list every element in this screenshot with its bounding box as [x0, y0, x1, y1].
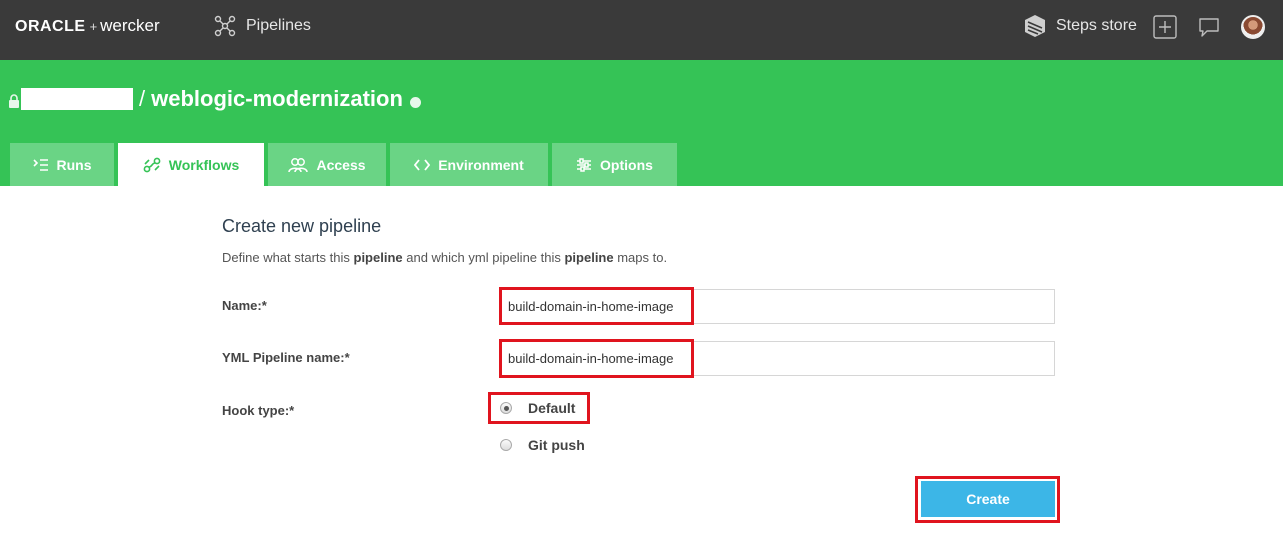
runs-icon	[32, 158, 48, 171]
repository-breadcrumb: / weblogic-modernization	[8, 84, 421, 114]
breadcrumb-separator: /	[139, 86, 146, 111]
git-push-radio[interactable]	[500, 439, 512, 451]
oracle-wercker-logo[interactable]: ORACLE + wercker	[15, 16, 160, 38]
tab-workflows[interactable]: Workflows	[118, 143, 264, 186]
owner-name-redacted[interactable]	[21, 88, 133, 110]
tab-runs-label: Runs	[56, 156, 92, 173]
repository-name[interactable]: weblogic-modernization	[151, 86, 403, 112]
yml-pipeline-name-label: YML Pipeline name:*	[222, 350, 350, 365]
tab-workflows-label: Workflows	[168, 156, 240, 173]
nav-pipelines-label: Pipelines	[246, 17, 311, 34]
highlight-box-name	[499, 287, 694, 325]
highlight-box-hook	[488, 392, 590, 424]
chat-button[interactable]	[1196, 14, 1222, 40]
hook-type-label: Hook type:*	[222, 403, 295, 418]
tab-access-label: Access	[316, 156, 366, 173]
brand-plus-text: +	[89, 19, 98, 34]
github-icon[interactable]	[409, 96, 421, 108]
nav-pipelines-link[interactable]: Pipelines	[214, 14, 311, 38]
page-title: Create new pipeline	[222, 216, 382, 236]
desc-bold-2: pipeline	[564, 250, 614, 265]
steps-store-link[interactable]: Steps store	[1024, 13, 1137, 39]
highlight-box-create	[915, 476, 1060, 523]
desc-bold-1: pipeline	[353, 250, 403, 265]
desc-part-1: Define what starts this	[222, 250, 354, 265]
user-avatar[interactable]	[1241, 15, 1265, 39]
brand-wercker-text: wercker	[100, 16, 160, 35]
tab-options[interactable]: Options	[552, 143, 677, 186]
lock-icon	[9, 94, 19, 108]
desc-part-3: maps to.	[613, 250, 668, 265]
brand-oracle-text: ORACLE	[15, 18, 86, 35]
form-description: Define what starts this pipeline and whi…	[222, 250, 667, 265]
tab-access[interactable]: Access	[268, 143, 386, 186]
options-icon	[577, 157, 592, 172]
code-icon	[414, 158, 431, 171]
tab-runs[interactable]: Runs	[10, 143, 114, 186]
chat-icon	[1199, 18, 1219, 37]
git-push-radio-label[interactable]: Git push	[528, 437, 585, 453]
tab-environment-label: Environment	[438, 156, 524, 173]
tab-environment[interactable]: Environment	[390, 143, 548, 186]
repository-header: / weblogic-modernization Runs Workflows	[0, 60, 1283, 186]
top-navigation-bar: ORACLE + wercker Pipelines Steps store	[0, 0, 1283, 60]
workflows-icon	[143, 157, 161, 172]
hook-option-git-push[interactable]: Git push	[500, 435, 585, 455]
steps-store-icon	[1025, 15, 1045, 37]
highlight-box-yml	[499, 339, 694, 378]
access-icon	[288, 157, 309, 172]
add-button[interactable]	[1152, 14, 1178, 40]
steps-store-label: Steps store	[1056, 17, 1137, 34]
tab-options-label: Options	[600, 156, 653, 173]
pipelines-icon	[214, 15, 236, 37]
add-icon	[1153, 15, 1177, 39]
desc-part-2: and which yml pipeline this	[402, 250, 565, 265]
name-label: Name:*	[222, 298, 267, 313]
